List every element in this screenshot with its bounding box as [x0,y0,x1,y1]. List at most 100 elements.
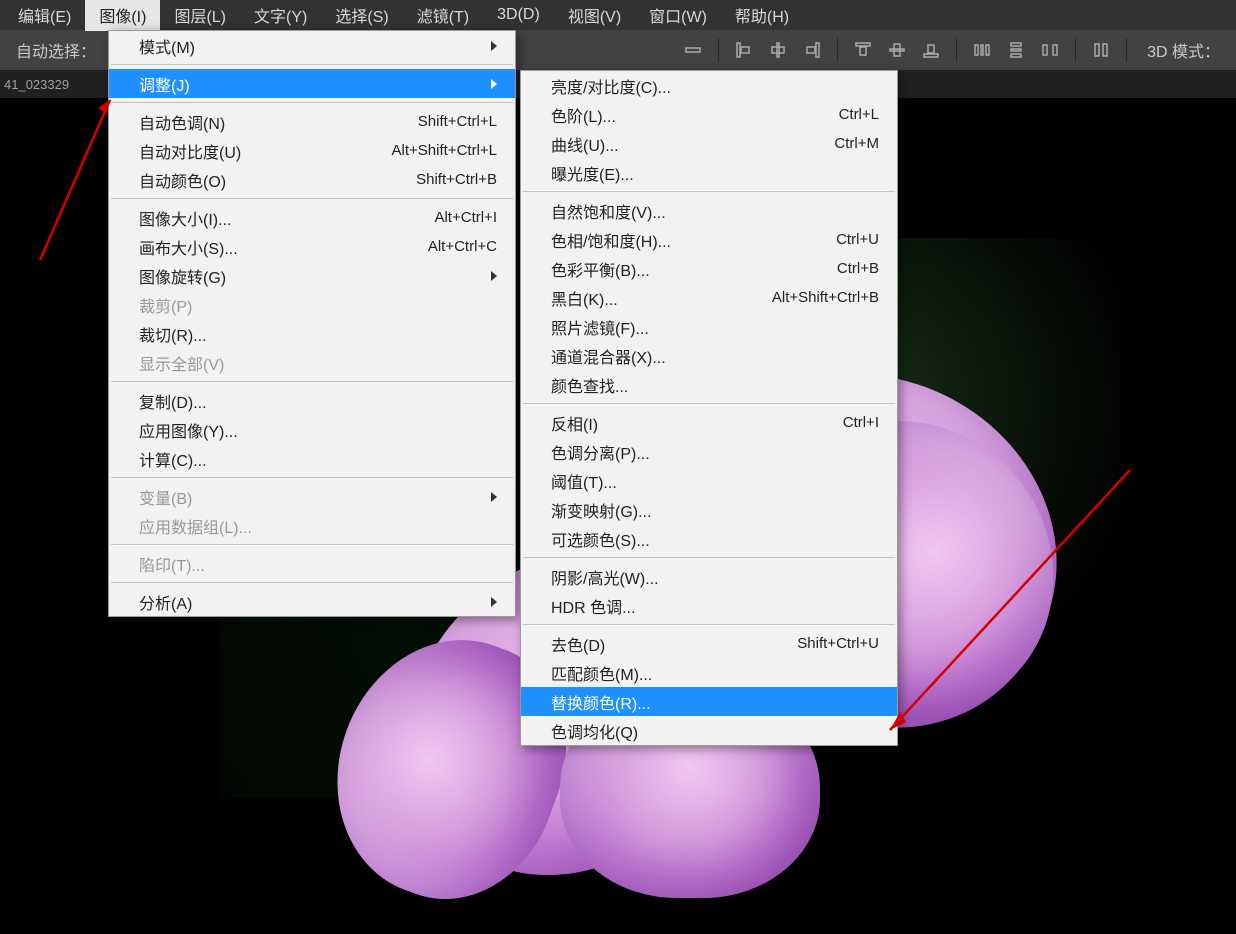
adjustments-submenu: 亮度/对比度(C)...色阶(L)...Ctrl+L 曲线(U)... Ctrl+M… [520,70,898,746]
auto-select-label: 自动选择： [8,38,104,62]
submenu-arrow-icon [491,41,497,51]
submenu-arrow-icon [491,79,497,89]
submenu-arrow-icon [491,492,497,502]
menu-item-label: 复制(D)... [139,389,207,413]
menu-item[interactable]: 曲线(U)... Ctrl+M [521,129,897,158]
image-menu-dropdown: 模式(M) 调整(J) 自动色调(N)Shift+Ctrl+L自动对比度(U)Alt… [108,30,516,617]
menu-shortcut: Alt+Shift+Ctrl+B [772,289,879,306]
menu-item[interactable]: 照片滤镜(F)... [521,312,897,341]
menu-item-label: 图像大小(I)... [139,206,231,230]
menubar-item[interactable]: 帮助(H) [721,0,803,31]
menu-item[interactable]: 曝光度(E)... [521,158,897,187]
distribute-v-icon[interactable] [1003,37,1029,63]
menu-item[interactable]: 可选颜色(S)... [521,524,897,553]
menu-shortcut: Shift+Ctrl+L [418,113,497,130]
menu-item[interactable]: 色调分离(P)... [521,437,897,466]
menu-separator [523,191,895,192]
distribute-h-icon[interactable] [969,37,995,63]
menu-item-label: 调整(J) [139,72,190,96]
menu-item[interactable]: 模式(M) [109,31,515,60]
menu-item[interactable]: 图像旋转(G) [109,261,515,290]
align-top-icon[interactable] [850,37,876,63]
menu-item[interactable]: 渐变映射(G)... [521,495,897,524]
submenu-arrow-icon [491,597,497,607]
menu-item[interactable]: 反相(I)Ctrl+I [521,408,897,437]
menu-item[interactable]: 通道混合器(X)... [521,341,897,370]
menu-separator [111,64,513,65]
menu-item-label: 应用数据组(L)... [139,514,252,538]
menu-item[interactable]: 阴影/高光(W)... [521,562,897,591]
menu-item-label: 计算(C)... [139,447,207,471]
menu-item[interactable]: 计算(C)... [109,444,515,473]
menu-item[interactable]: 阈值(T)... [521,466,897,495]
separator [837,38,838,62]
menu-item[interactable]: 画布大小(S)...Alt+Ctrl+C [109,232,515,261]
menu-item-label: 黑白(K)... [551,286,618,310]
menu-item[interactable]: 色阶(L)...Ctrl+L [521,100,897,129]
align-options-icon[interactable] [1088,37,1114,63]
menu-item[interactable]: 图像大小(I)... Alt+Ctrl+I [109,203,515,232]
menu-shortcut: Ctrl+M [834,135,879,152]
menu-shortcut: Shift+Ctrl+B [416,171,497,188]
menu-item-label: 替换颜色(R)... [551,690,651,714]
file-tab-name: 41_023329 [4,77,69,92]
menubar-item[interactable]: 文字(Y) [240,0,321,31]
menu-item-label: 照片滤镜(F)... [551,315,649,339]
menu-item[interactable]: 去色(D)Shift+Ctrl+U [521,629,897,658]
menu-shortcut: Alt+Ctrl+I [434,209,497,226]
menu-item-label: 变量(B) [139,485,192,509]
menu-item-label: 分析(A) [139,590,192,614]
menu-item-label: 阴影/高光(W)... [551,565,659,589]
menu-item[interactable]: HDR 色调... [521,591,897,620]
align-center-v-icon[interactable] [884,37,910,63]
menu-item-label: 亮度/对比度(C)... [551,74,671,98]
align-bottom-icon[interactable] [918,37,944,63]
distribute-space-icon[interactable] [1037,37,1063,63]
menu-item-label: 裁切(R)... [139,322,207,346]
menubar-item[interactable]: 图像(I) [85,0,160,31]
menubar-item[interactable]: 3D(D) [483,2,554,28]
menu-item[interactable]: 分析(A) [109,587,515,616]
menu-shortcut: Shift+Ctrl+U [797,635,879,652]
menu-shortcut: Ctrl+I [843,414,879,431]
menu-item[interactable]: 自动颜色(O)Shift+Ctrl+B [109,165,515,194]
align-center-h-icon[interactable] [765,37,791,63]
menu-item-label: 色彩平衡(B)... [551,257,650,281]
menu-item[interactable]: 自然饱和度(V)... [521,196,897,225]
menu-item[interactable]: 匹配颜色(M)... [521,658,897,687]
menu-shortcut: Ctrl+U [836,231,879,248]
menu-item-label: 色调均化(Q) [551,719,638,743]
menubar-item[interactable]: 窗口(W) [635,0,721,31]
menu-item[interactable]: 色彩平衡(B)...Ctrl+B [521,254,897,283]
align-right-icon[interactable] [799,37,825,63]
menubar-item[interactable]: 滤镜(T) [403,0,483,31]
menu-item[interactable]: 亮度/对比度(C)... [521,71,897,100]
align-icon[interactable] [680,37,706,63]
menu-item[interactable]: 自动色调(N)Shift+Ctrl+L [109,107,515,136]
menu-item-label: 渐变映射(G)... [551,498,651,522]
align-left-icon[interactable] [731,37,757,63]
menu-item[interactable]: 应用图像(Y)... [109,415,515,444]
menu-separator [523,403,895,404]
menu-item[interactable]: 复制(D)... [109,386,515,415]
menubar-item[interactable]: 选择(S) [321,0,402,31]
menu-item[interactable]: 色调均化(Q) [521,716,897,745]
menu-item[interactable]: 替换颜色(R)... [521,687,897,716]
menu-item-label: 裁剪(P) [139,293,192,317]
menubar-item[interactable]: 图层(L) [160,0,240,31]
separator [718,38,719,62]
menu-item-label: 阈值(T)... [551,469,617,493]
menu-item[interactable]: 调整(J) [109,69,515,98]
submenu-arrow-icon [491,271,497,281]
separator [1075,38,1076,62]
mode3d-label: 3D 模式： [1139,38,1228,62]
menu-item[interactable]: 裁切(R)... [109,319,515,348]
menu-item: 陷印(T)... [109,549,515,578]
menu-item[interactable]: 色相/饱和度(H)...Ctrl+U [521,225,897,254]
menu-item-label: 曲线(U)... [551,132,619,156]
menu-item[interactable]: 自动对比度(U)Alt+Shift+Ctrl+L [109,136,515,165]
menubar-item[interactable]: 编辑(E) [4,0,85,31]
menubar-item[interactable]: 视图(V) [554,0,635,31]
menu-item[interactable]: 颜色查找... [521,370,897,399]
menu-item[interactable]: 黑白(K)... Alt+Shift+Ctrl+B [521,283,897,312]
